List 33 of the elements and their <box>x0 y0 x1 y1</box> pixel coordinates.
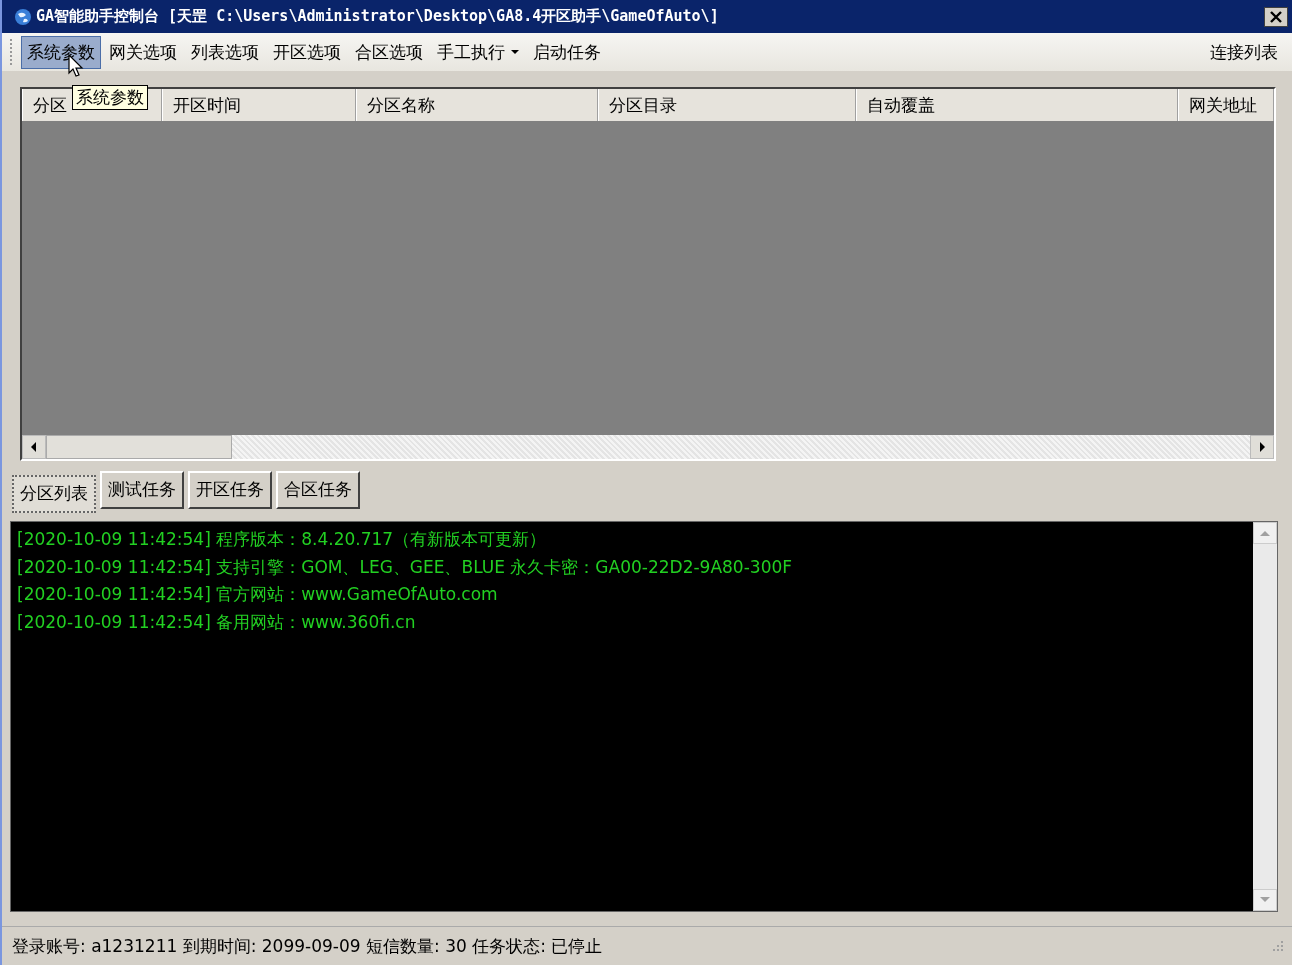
menu-item[interactable]: 手工执行 <box>431 35 525 69</box>
window-title: GA智能助手控制台 [天罡 C:\Users\Administrator\Desktop\GA8.4开区助手\GameOfAuto\] <box>36 7 720 26</box>
column-header[interactable]: 分区名称 <box>356 89 598 121</box>
column-header[interactable]: 网关地址 <box>1178 89 1274 121</box>
column-header[interactable]: 开区时间 <box>162 89 356 121</box>
tab[interactable]: 测试任务 <box>100 471 184 509</box>
log-line: [2020-10-09 11:42:54] 备用网站：www.360fi.cn <box>17 610 417 634</box>
log-line: [2020-10-09 11:42:54] 官方网站：www.GameOfAuto.com <box>17 583 499 606</box>
resize-grip-icon[interactable] <box>1272 940 1284 952</box>
tab[interactable]: 合区任务 <box>276 471 360 509</box>
menu-item[interactable]: 连接列表 <box>1204 35 1284 69</box>
right-arrow-icon[interactable] <box>1258 442 1266 452</box>
menu-item[interactable]: 列表选项 <box>185 35 265 69</box>
close-button[interactable] <box>1264 6 1288 27</box>
vertical-scrollbar[interactable] <box>1253 522 1277 911</box>
column-header[interactable]: 自动覆盖 <box>856 89 1178 121</box>
status-text: 登录账号: a1231211 到期时间: 2099-09-09 短信数量: 30 任务状态: 已停止 <box>12 934 604 958</box>
tab[interactable]: 分区列表 <box>12 475 96 513</box>
menu-item[interactable]: 合区选项 <box>349 35 429 69</box>
left-arrow-icon[interactable] <box>30 442 38 452</box>
column-header[interactable]: 分区目录 <box>598 89 856 121</box>
menu-item[interactable]: 启动任务 <box>527 35 607 69</box>
tooltip: 系统参数 <box>72 85 148 110</box>
horizontal-scrollbar[interactable] <box>22 435 1274 459</box>
menu-item[interactable]: 开区选项 <box>267 35 347 69</box>
log-line: [2020-10-09 11:42:54] 支持引擎：GOM、LEG、GEE、BLUE 永久卡密：GA00-22D2-9A80-300F <box>17 555 794 579</box>
log-line: [2020-10-09 11:42:54] 程序版本：8.4.20.717（有新版本可更新） <box>17 528 548 551</box>
globe-icon <box>14 7 32 26</box>
caret-icon <box>511 49 519 55</box>
down-arrow-icon[interactable] <box>1260 897 1270 903</box>
up-arrow-icon[interactable] <box>1260 530 1270 536</box>
menu-item[interactable]: 网关选项 <box>103 35 183 69</box>
tab[interactable]: 开区任务 <box>188 471 272 509</box>
